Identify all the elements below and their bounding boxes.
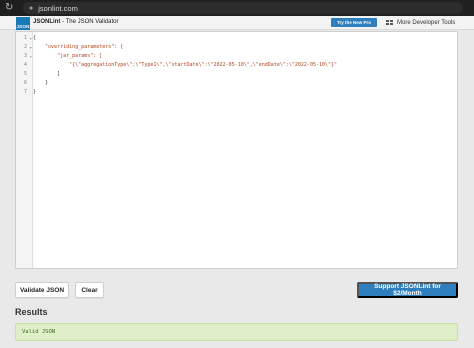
try-pro-button[interactable]: Try the New Pro: [331, 18, 377, 27]
brand-name: JSONLint: [33, 19, 61, 25]
more-developer-tools-menu[interactable]: More Developer Tools: [386, 18, 455, 28]
code-line: }: [33, 89, 37, 95]
code-line: "overriding_parameters": {: [33, 44, 124, 50]
support-jsonlint-button[interactable]: Support JSONLint for $2/Month: [357, 282, 458, 298]
fold-arrow-icon[interactable]: ▾: [30, 34, 32, 43]
lock-icon: ●: [29, 4, 34, 12]
brand-tagline: - The JSON Validator: [60, 19, 119, 25]
line-number: 6: [23, 80, 27, 86]
validation-result: Valid JSON: [15, 323, 458, 341]
fold-arrow-icon[interactable]: ▾: [30, 43, 32, 52]
result-message: Valid JSON: [22, 329, 56, 335]
code-line: "jar_params": [: [33, 53, 103, 59]
json-editor[interactable]: 1 ▾ 2 ▾ 3 ▾ 4 5 6 7 { "overriding_parameter…: [15, 31, 458, 269]
line-number: 3 ▾: [23, 52, 32, 61]
line-number: 1 ▾: [23, 34, 32, 43]
line-number: 5: [23, 71, 27, 77]
jsonlint-logo[interactable]: JSON: [16, 17, 30, 30]
validate-json-button[interactable]: Validate JSON: [15, 282, 69, 298]
line-number-gutter: 1 ▾ 2 ▾ 3 ▾ 4 5 6 7: [16, 32, 33, 268]
clear-button[interactable]: Clear: [75, 282, 104, 298]
address-bar[interactable]: ● jsonlint.com: [23, 2, 463, 14]
line-number: 2 ▾: [23, 43, 32, 52]
line-number: 7: [23, 89, 27, 95]
fold-arrow-icon[interactable]: ▾: [30, 52, 32, 61]
code-line: ]: [33, 71, 61, 77]
grid-icon: [386, 20, 393, 26]
line-number: 4: [23, 62, 27, 68]
code-line: }: [33, 80, 49, 86]
url-text: jsonlint.com: [38, 3, 78, 13]
browser-toolbar: ↻ ● jsonlint.com: [0, 0, 474, 16]
code-line: {: [33, 35, 37, 41]
code-line: "{\"aggregationType\":\"Type1\",\"startD…: [33, 62, 338, 68]
more-tools-label: More Developer Tools: [397, 20, 456, 26]
site-brand: JSONLint - The JSON Validator: [33, 19, 118, 25]
reload-icon[interactable]: ↻: [5, 3, 15, 13]
results-heading: Results: [15, 307, 48, 317]
